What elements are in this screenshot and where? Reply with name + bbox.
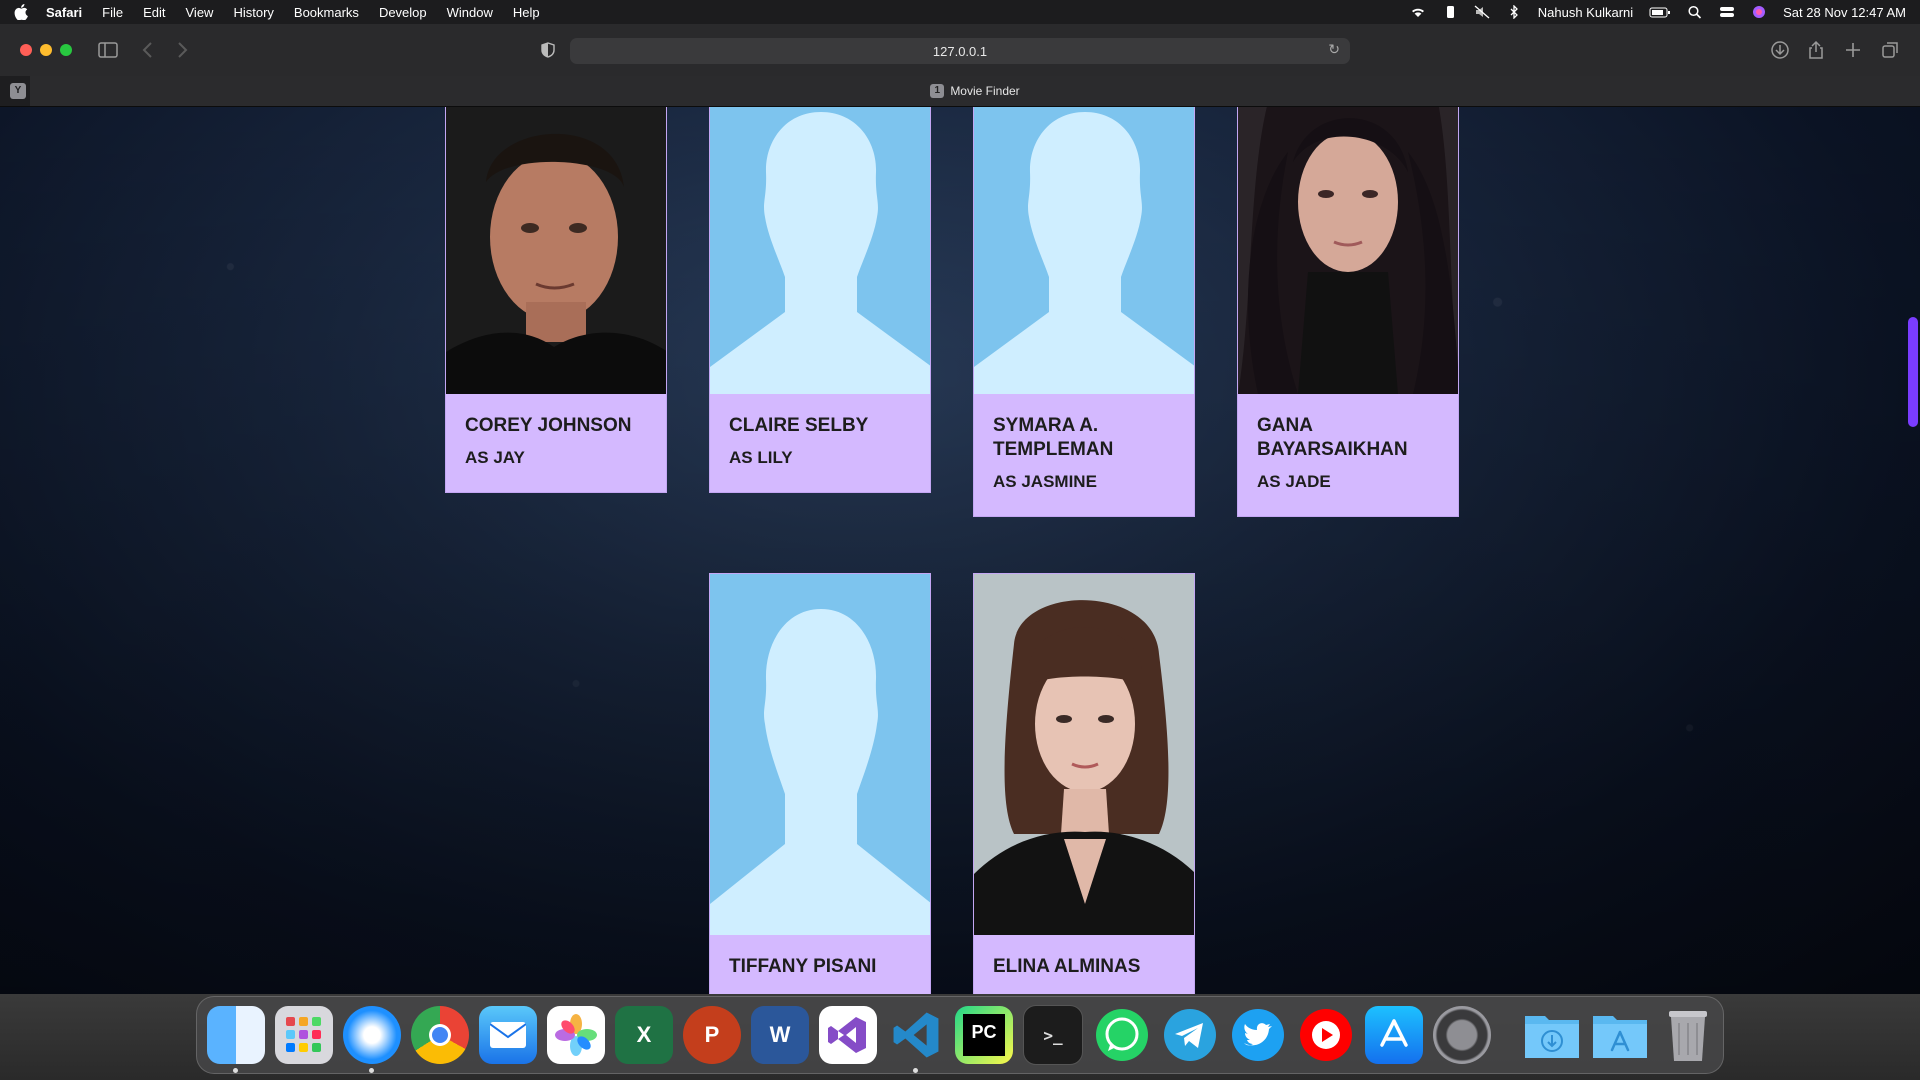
running-indicator (369, 1068, 374, 1073)
cast-card[interactable]: SYMARA A. TEMPLEMAN AS JASMINE (973, 107, 1195, 517)
actor-name: CLAIRE SELBY (729, 415, 869, 436)
placeholder-avatar-icon (710, 574, 930, 935)
finder-icon[interactable] (207, 1006, 265, 1073)
new-tab-icon[interactable] (1843, 40, 1863, 60)
phone-icon[interactable] (1442, 5, 1458, 19)
running-indicator (913, 1068, 918, 1073)
apple-logo-icon[interactable] (14, 4, 28, 20)
system-preferences-icon[interactable] (1433, 1006, 1491, 1064)
trash-icon[interactable] (1659, 1006, 1717, 1064)
macos-dock: X P W PC >_ (196, 996, 1724, 1074)
wifi-icon[interactable] (1410, 5, 1426, 19)
tab-title: Movie Finder (950, 84, 1020, 98)
cast-card[interactable]: GANA BAYARSAIKHAN AS JADE (1237, 107, 1459, 517)
cast-card[interactable]: TIFFANY PISANI (709, 573, 931, 994)
character-role: AS JADE (1257, 472, 1331, 491)
sidebar-toggle-icon[interactable] (98, 40, 118, 60)
whatsapp-icon[interactable] (1093, 1006, 1151, 1064)
menu-history[interactable]: History (233, 5, 273, 20)
cast-card[interactable]: CLAIRE SELBY AS LILY (709, 107, 931, 493)
actor-name: SYMARA A. TEMPLEMAN (993, 415, 1114, 460)
powerpoint-icon[interactable]: P (683, 1006, 741, 1064)
safari-icon[interactable] (343, 1006, 401, 1073)
downloads-folder-icon[interactable] (1523, 1006, 1581, 1064)
tab-favicon: 1 (930, 84, 945, 98)
character-role: AS LILY (729, 448, 793, 467)
scrollbar-thumb[interactable] (1908, 317, 1918, 427)
youtube-icon[interactable] (1297, 1006, 1355, 1064)
excel-icon[interactable]: X (615, 1006, 673, 1064)
mail-icon[interactable] (479, 1006, 537, 1064)
applications-folder-icon[interactable] (1591, 1006, 1649, 1064)
search-icon[interactable] (1687, 5, 1703, 19)
character-role: AS JASMINE (993, 472, 1097, 491)
menu-bookmarks[interactable]: Bookmarks (294, 5, 359, 20)
photos-icon[interactable] (547, 1006, 605, 1064)
actor-name: ELINA ALMINAS (993, 956, 1141, 977)
actor-name: COREY JOHNSON (465, 415, 632, 436)
movie-finder-page[interactable]: COREY JOHNSON AS JAY CLAIRE SELBY AS LIL… (0, 107, 1920, 994)
actor-name: GANA BAYARSAIKHAN (1257, 415, 1408, 460)
word-icon[interactable]: W (751, 1006, 809, 1064)
menu-file[interactable]: File (102, 5, 123, 20)
user-name[interactable]: Nahush Kulkarni (1538, 5, 1633, 20)
privacy-shield-icon[interactable] (541, 42, 555, 58)
visual-studio-icon[interactable] (819, 1006, 877, 1064)
battery-icon[interactable] (1649, 5, 1671, 19)
close-window-button[interactable] (20, 44, 32, 56)
menu-edit[interactable]: Edit (143, 5, 165, 20)
control-center-icon[interactable] (1719, 5, 1735, 19)
tab-movie-finder[interactable]: 1 Movie Finder (30, 76, 1920, 106)
macos-menubar: Safari File Edit View History Bookmarks … (0, 0, 1920, 24)
placeholder-avatar-icon (710, 107, 930, 394)
menubar-clock[interactable]: Sat 28 Nov 12:47 AM (1783, 5, 1906, 20)
menu-develop[interactable]: Develop (379, 5, 427, 20)
menubar-status-area: Nahush Kulkarni Sat 28 Nov 12:47 AM (1410, 5, 1906, 20)
cast-card[interactable]: COREY JOHNSON AS JAY (445, 107, 667, 493)
menu-help[interactable]: Help (513, 5, 540, 20)
back-arrow-icon[interactable] (138, 40, 158, 60)
menu-view[interactable]: View (186, 5, 214, 20)
twitter-icon[interactable] (1229, 1006, 1287, 1064)
reload-icon[interactable]: ↻ (1328, 41, 1340, 58)
terminal-icon[interactable]: >_ (1023, 1005, 1083, 1065)
actor-photo (974, 574, 1194, 935)
menu-app-name[interactable]: Safari (46, 5, 82, 20)
forward-arrow-icon[interactable] (172, 40, 192, 60)
bluetooth-icon[interactable] (1506, 5, 1522, 19)
running-indicator (233, 1068, 238, 1073)
tab-bar: Y 1 Movie Finder (0, 76, 1920, 107)
actor-name: TIFFANY PISANI (729, 956, 877, 977)
downloads-icon[interactable] (1770, 40, 1790, 60)
share-icon[interactable] (1806, 40, 1826, 60)
character-role: AS JAY (465, 448, 525, 467)
actor-photo (1238, 107, 1458, 394)
tab-overview-icon[interactable] (1880, 40, 1900, 60)
actor-photo (446, 107, 666, 394)
url-text: 127.0.0.1 (932, 43, 988, 59)
pycharm-icon[interactable]: PC (955, 1006, 1013, 1064)
address-bar[interactable]: 127.0.0.1 ↻ (570, 38, 1350, 64)
safari-window: 127.0.0.1 ↻ Y 1 Movie Finder COREY JOHNS… (0, 24, 1920, 994)
chrome-icon[interactable] (411, 1006, 469, 1064)
minimize-window-button[interactable] (40, 44, 52, 56)
cast-card[interactable]: ELINA ALMINAS (973, 573, 1195, 994)
siri-icon[interactable] (1751, 5, 1767, 19)
placeholder-avatar-icon (974, 107, 1194, 394)
pinned-tab[interactable]: Y (10, 83, 26, 99)
vscode-icon[interactable] (887, 1006, 945, 1073)
browser-toolbar: 127.0.0.1 ↻ (0, 24, 1920, 77)
launchpad-icon[interactable] (275, 1006, 333, 1064)
menu-window[interactable]: Window (447, 5, 493, 20)
zoom-window-button[interactable] (60, 44, 72, 56)
mute-icon[interactable] (1474, 5, 1490, 19)
app-store-icon[interactable] (1365, 1006, 1423, 1064)
telegram-icon[interactable] (1161, 1006, 1219, 1064)
